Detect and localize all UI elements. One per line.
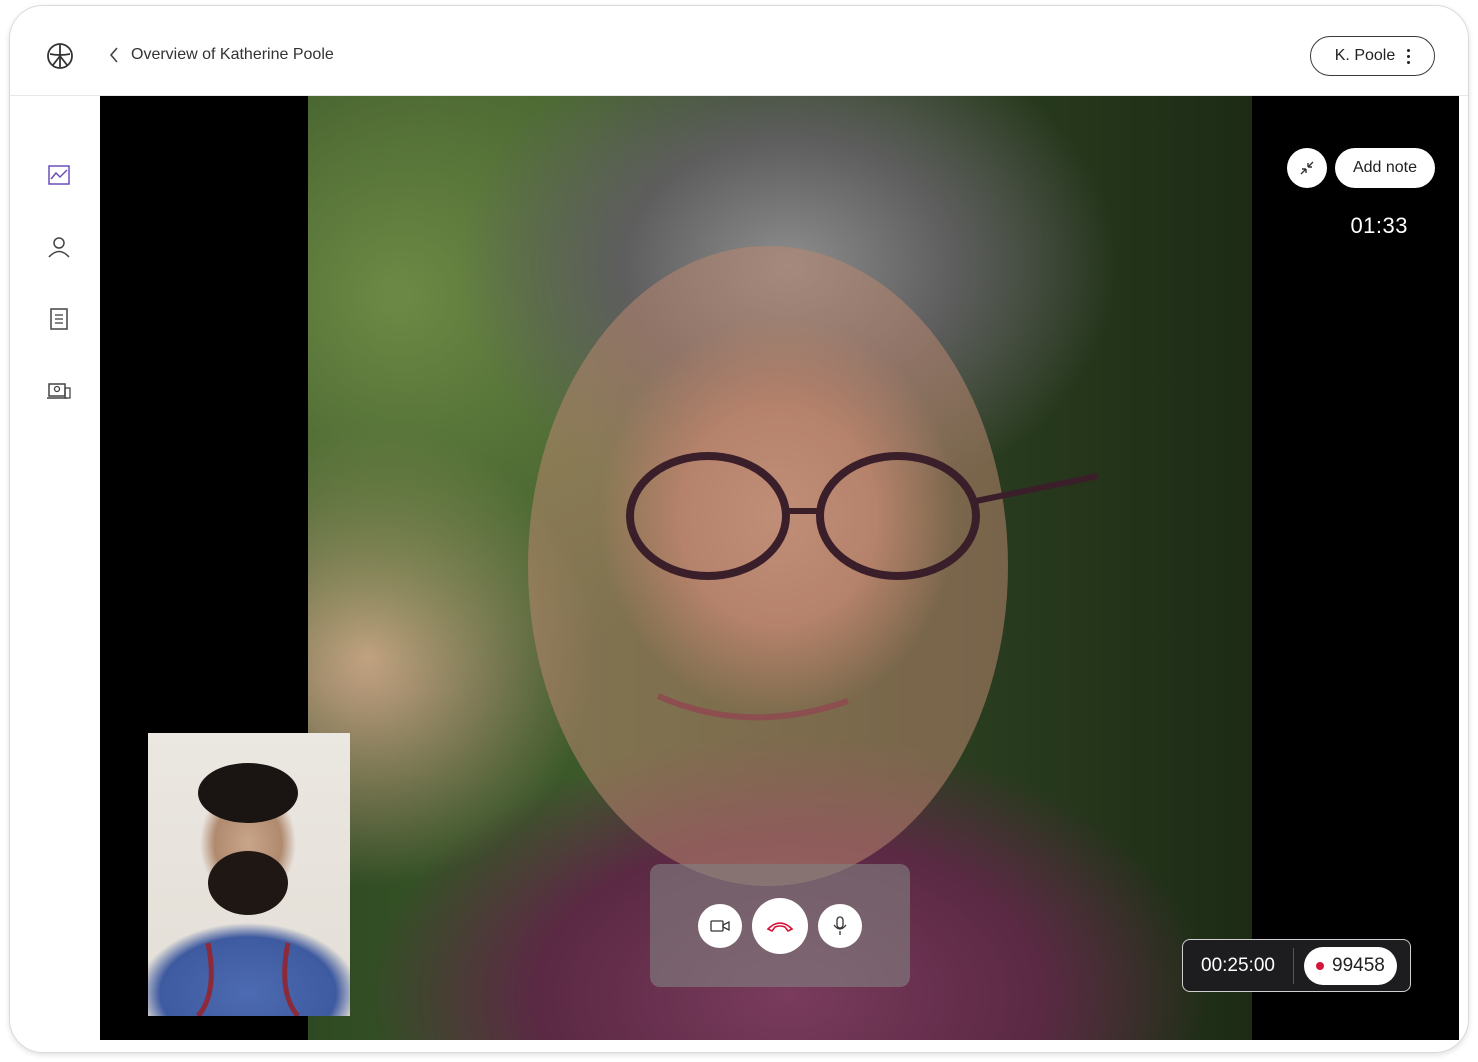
app-window: Overview of Katherine Poole K. Poole Add…: [9, 5, 1469, 1053]
phone-hangup-icon: [766, 921, 794, 932]
top-bar: Overview of Katherine Poole K. Poole: [10, 6, 1468, 96]
session-id: 99458: [1332, 954, 1385, 976]
person-icon[interactable]: [46, 234, 72, 260]
top-right-controls: Add note: [1286, 148, 1435, 188]
microphone-icon: [833, 915, 847, 935]
video-camera-icon: [710, 919, 730, 932]
self-view-video[interactable]: [148, 733, 350, 1016]
session-duration: 00:25:00: [1201, 954, 1275, 976]
recording-dot-icon: [1316, 961, 1324, 970]
minimize-icon: [1300, 161, 1314, 175]
call-timer: 01:33: [1350, 213, 1408, 238]
add-note-button[interactable]: Add note: [1334, 148, 1435, 188]
breadcrumb: Overview of Katherine Poole: [131, 46, 334, 63]
call-controls: [650, 864, 910, 987]
minimize-button[interactable]: [1286, 148, 1327, 188]
document-icon[interactable]: [46, 306, 72, 332]
more-vertical-icon: [1407, 48, 1411, 64]
user-label: K. Poole: [1334, 47, 1396, 64]
chevron-left-icon: [109, 47, 118, 63]
microphone-toggle-button[interactable]: [818, 903, 862, 948]
hang-up-button[interactable]: [752, 897, 808, 954]
video-stage: Add note 01:33 00:25:00 99458: [100, 96, 1459, 1040]
recording-badge: 99458: [1304, 946, 1397, 985]
session-info: 00:25:00 99458: [1182, 939, 1411, 992]
back-link[interactable]: Overview of Katherine Poole: [107, 44, 334, 66]
logo-icon[interactable]: [46, 42, 74, 70]
doctor-video-image: [196, 763, 300, 1016]
divider: [1293, 947, 1294, 984]
user-menu-button[interactable]: K. Poole: [1310, 36, 1435, 76]
video-consult-icon[interactable]: [46, 378, 72, 404]
sidebar: [10, 96, 100, 1052]
chart-icon[interactable]: [46, 162, 72, 188]
camera-toggle-button[interactable]: [698, 903, 742, 948]
